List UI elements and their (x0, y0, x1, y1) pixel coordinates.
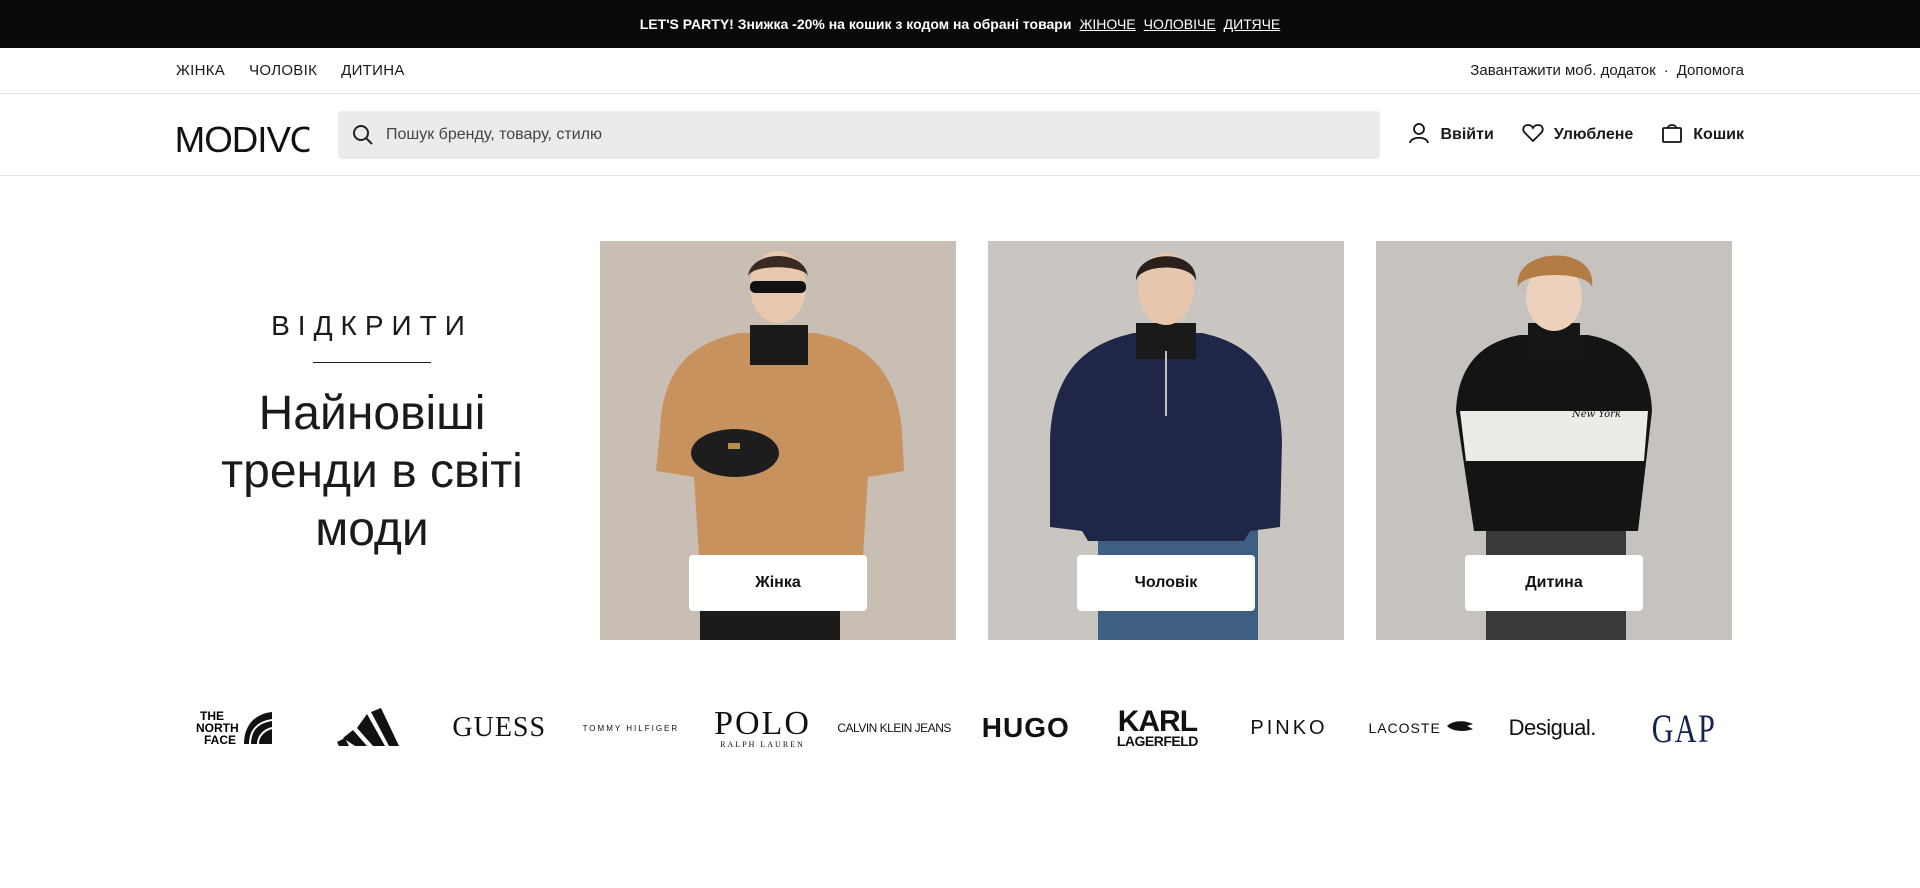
pinko-logo: PINKO (1250, 716, 1328, 739)
help-link[interactable]: Допомога (1677, 62, 1744, 79)
brand-lacoste[interactable]: LACOSTE (1361, 719, 1481, 737)
category-card-men[interactable]: Чоловік (988, 241, 1344, 640)
search-icon (352, 124, 374, 151)
hero-text: ВІДКРИТИ Найновіші тренди в світі моди (200, 310, 544, 559)
polo-subline: RALPH LAUREN (720, 740, 805, 749)
nav-kids[interactable]: ДИТИНА (341, 62, 405, 79)
brand-karl-lagerfeld[interactable]: KARL LAGERFELD (1097, 705, 1217, 750)
kids-category-button[interactable]: Дитина (1465, 555, 1643, 611)
brand-tommy-hilfiger[interactable]: TOMMY HILFIGER (571, 724, 691, 733)
svg-text:FACE: FACE (204, 733, 236, 747)
polo-logo: POLO RALPH LAUREN (714, 707, 811, 749)
lagerfeld-line: LAGERFELD (1116, 733, 1199, 750)
hero-title-line: тренди в світі (221, 445, 523, 498)
lacoste-logo: LACOSTE (1368, 720, 1441, 736)
separator-dot: · (1663, 62, 1669, 79)
nav-women[interactable]: ЖІНКА (176, 62, 225, 79)
modivo-logo[interactable]: MODIVO (175, 119, 319, 167)
user-icon (1408, 122, 1430, 149)
svg-text:New York: New York (1571, 409, 1621, 420)
promo-link-men[interactable]: ЧОЛОВІЧЕ (1144, 16, 1216, 32)
brand-guess[interactable]: GUESS (439, 712, 559, 744)
guess-logo: GUESS (452, 712, 547, 743)
utility-nav: Завантажити моб. додаток · Допомога (1470, 62, 1744, 79)
heart-icon (1522, 123, 1544, 148)
brand-hugo[interactable]: HUGO (966, 712, 1086, 744)
women-category-button[interactable]: Жінка (689, 555, 867, 611)
brand-desigual[interactable]: Desigual. (1492, 715, 1612, 741)
adidas-logo (336, 708, 399, 746)
promo-link-kids[interactable]: ДИТЯЧЕ (1224, 16, 1281, 32)
login-label: Ввійти (1440, 126, 1494, 143)
brand-polo[interactable]: POLO RALPH LAUREN (703, 707, 823, 749)
cart-label: Кошик (1693, 126, 1744, 143)
category-card-kids[interactable]: New York Дитина (1376, 241, 1732, 640)
app-download-link[interactable]: Завантажити моб. додаток (1470, 62, 1655, 79)
promo-links: ЖІНОЧЕ ЧОЛОВІЧЕ ДИТЯЧЕ (1079, 16, 1280, 32)
brand-adidas[interactable] (308, 708, 428, 748)
hero-title-line: Найновіші (258, 387, 486, 440)
brand-strip: THE NORTH FACE GUESS TOMMY HILFIGER POLO… (176, 698, 1744, 758)
search-placeholder: Пошук бренду, товару, стилю (386, 126, 602, 143)
modivo-logo-mark: MODIVO (175, 119, 319, 160)
promo-bar: LET'S PARTY! Знижка -20% на кошик з кодо… (0, 0, 1920, 48)
hero-title: Найновіші тренди в світі моди (200, 385, 544, 559)
men-category-button[interactable]: Чоловік (1077, 555, 1255, 611)
brand-the-north-face[interactable]: THE NORTH FACE (176, 708, 296, 748)
polo-wordmark: POLO (714, 705, 811, 742)
north-face-logo: THE NORTH FACE (196, 709, 273, 747)
header-actions: Ввійти Улюблене Кошик (1408, 94, 1744, 176)
desigual-logo: Desigual. (1508, 715, 1597, 740)
brand-pinko[interactable]: PINKO (1229, 717, 1349, 740)
brand-gap[interactable]: GAP (1624, 705, 1744, 752)
bag-icon (1661, 122, 1683, 149)
gender-nav: ЖІНКА ЧОЛОВІК ДИТИНА (176, 62, 405, 79)
brand-calvin-klein-jeans[interactable]: CALVIN KLEIN JEANS (834, 721, 954, 735)
hero-kicker: ВІДКРИТИ (271, 310, 473, 341)
hero-title-line: моди (315, 503, 429, 556)
calvin-logo: CALVIN KLEIN JEANS (837, 721, 951, 735)
promo-text: LET'S PARTY! Знижка -20% на кошик з кодо… (639, 16, 1072, 32)
karl-logo: KARL LAGERFELD (1116, 705, 1199, 750)
hero-divider (313, 362, 431, 363)
crocodile-icon (1446, 719, 1473, 737)
favorites-label: Улюблене (1553, 126, 1634, 143)
tommy-logo: TOMMY HILFIGER (582, 723, 680, 733)
karl-line: KARL (1117, 705, 1198, 739)
category-card-women[interactable]: Жінка (600, 241, 956, 640)
search-bar[interactable]: Пошук бренду, товару, стилю (338, 111, 1380, 159)
promo-link-women[interactable]: ЖІНОЧЕ (1079, 16, 1135, 32)
main-header: MODIVO Пошук бренду, товару, стилю Ввійт… (0, 94, 1920, 176)
nav-men[interactable]: ЧОЛОВІК (249, 62, 317, 79)
svg-text:MODIVO: MODIVO (175, 120, 310, 158)
gap-logo: GAP (1651, 705, 1717, 751)
favorites-button[interactable]: Улюблене (1522, 123, 1633, 148)
top-nav: ЖІНКА ЧОЛОВІК ДИТИНА Завантажити моб. до… (0, 48, 1920, 94)
hugo-logo: HUGO (981, 712, 1070, 743)
cart-button[interactable]: Кошик (1661, 122, 1744, 149)
login-button[interactable]: Ввійти (1408, 122, 1494, 149)
